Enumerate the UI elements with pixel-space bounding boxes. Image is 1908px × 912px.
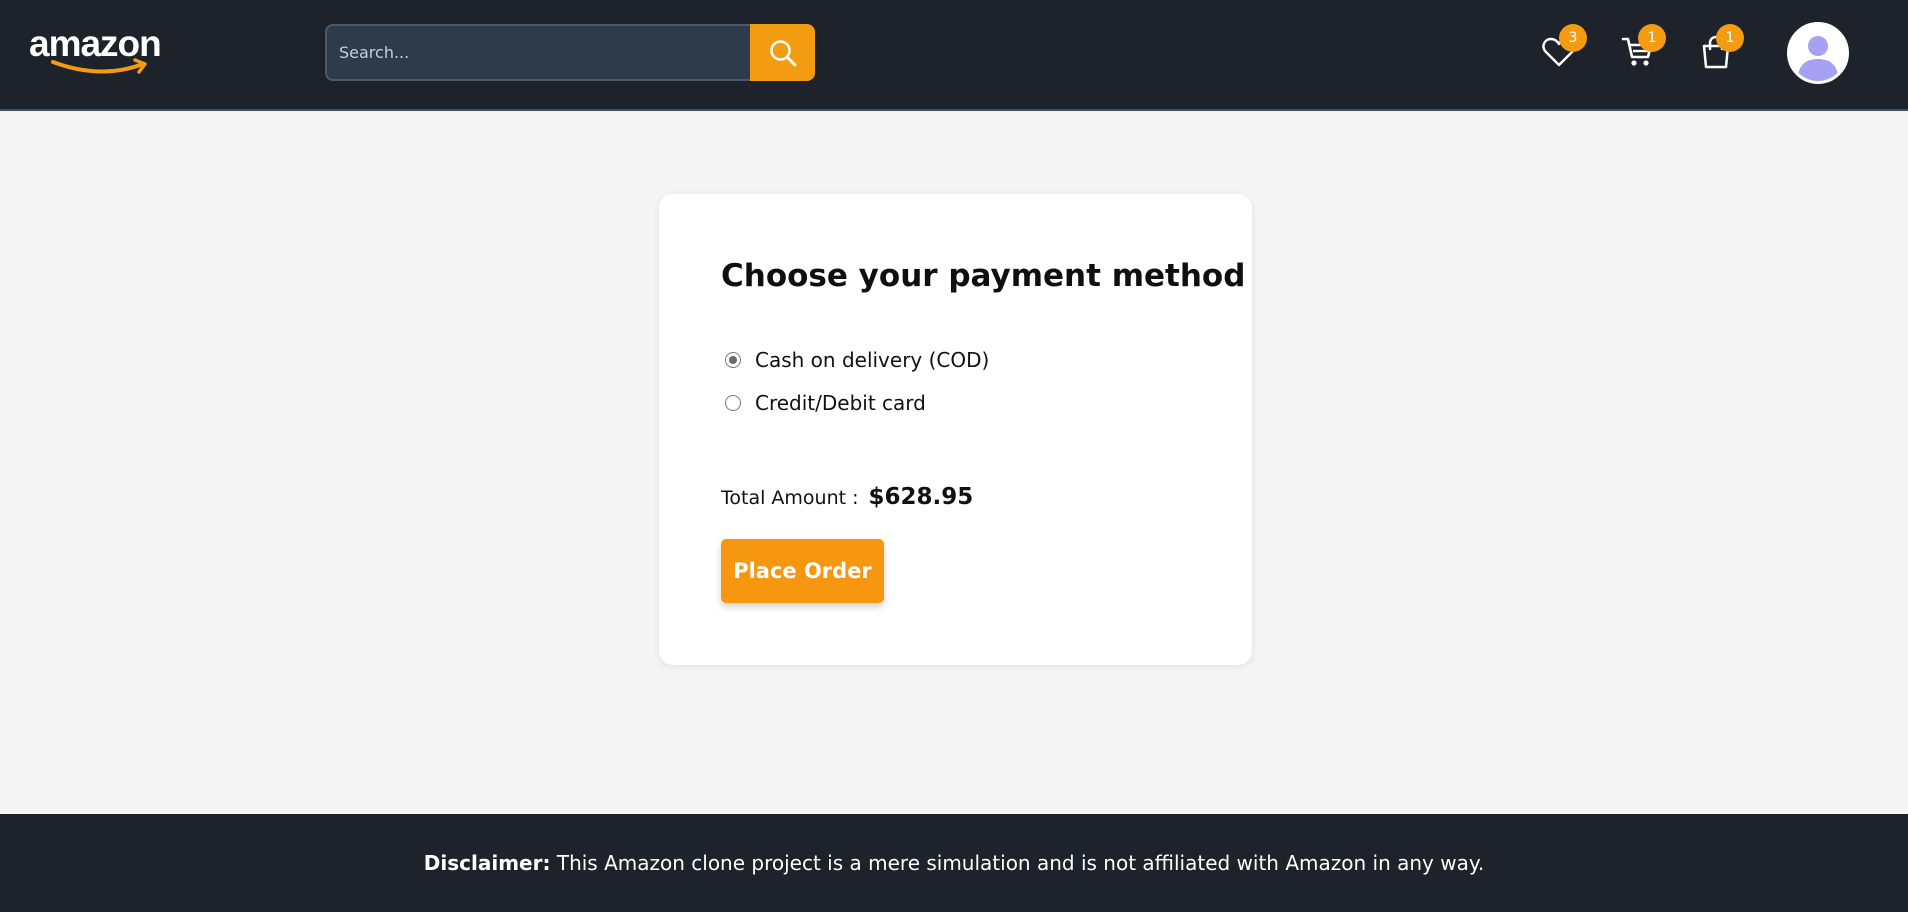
user-avatar[interactable] — [1787, 22, 1849, 84]
cod-label: Cash on delivery (COD) — [755, 348, 990, 372]
radio-selected-dot — [729, 356, 737, 364]
disclaimer: Disclaimer: This Amazon clone project is… — [424, 851, 1484, 875]
cod-radio[interactable] — [725, 352, 741, 368]
footer: Disclaimer: This Amazon clone project is… — [0, 814, 1908, 912]
top-navbar: amazon 3 1 — [0, 0, 1908, 111]
search-icon — [769, 39, 796, 66]
wishlist-button[interactable]: 3 — [1537, 24, 1587, 74]
cart-count-badge: 1 — [1638, 24, 1666, 52]
disclaimer-label: Disclaimer: — [423, 851, 551, 875]
wishlist-count-badge: 3 — [1559, 24, 1587, 52]
disclaimer-text: This Amazon clone project is a mere simu… — [550, 851, 1485, 875]
orders-count-badge: 1 — [1716, 24, 1744, 52]
search-button[interactable] — [750, 24, 815, 81]
logo-smile-icon — [51, 58, 147, 74]
cart-button[interactable]: 1 — [1616, 24, 1666, 74]
card-label: Credit/Debit card — [755, 391, 926, 415]
payment-option-card[interactable]: Credit/Debit card — [725, 391, 926, 415]
total-amount-label: Total Amount : — [721, 487, 859, 509]
page-title: Choose your payment method — [721, 258, 1246, 294]
card-radio[interactable] — [725, 395, 741, 411]
place-order-button[interactable]: Place Order — [721, 539, 884, 603]
orders-button[interactable]: 1 — [1694, 24, 1744, 74]
search-bar — [325, 24, 815, 81]
total-amount-value: $628.95 — [868, 484, 974, 510]
search-input[interactable] — [325, 24, 751, 81]
user-icon — [1790, 25, 1846, 81]
payment-card: Choose your payment method Cash on deliv… — [659, 194, 1252, 665]
amazon-logo[interactable]: amazon — [29, 22, 174, 78]
total-amount-row: Total Amount : $628.95 — [721, 484, 973, 510]
payment-option-cod[interactable]: Cash on delivery (COD) — [725, 348, 989, 372]
